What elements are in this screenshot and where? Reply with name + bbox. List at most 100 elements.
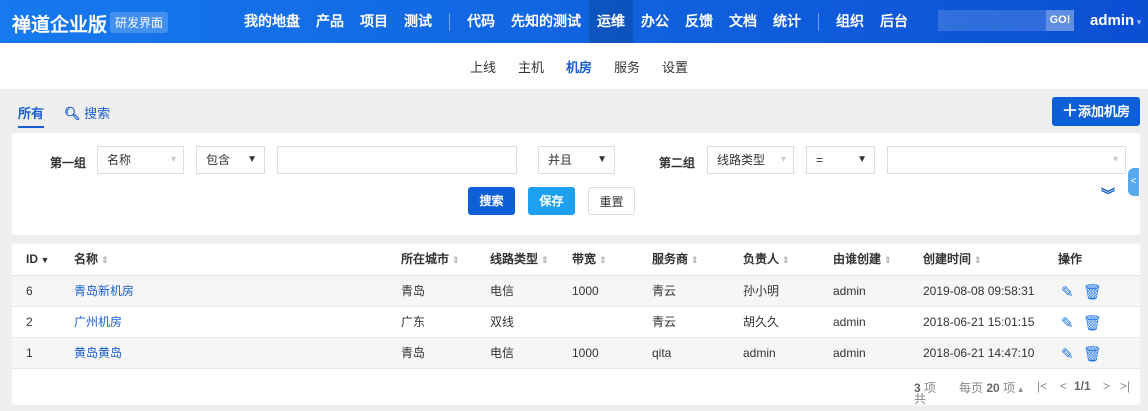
subnav-settings[interactable]: 设置 <box>662 57 688 76</box>
chevron-down-icon: ▾ <box>170 154 176 165</box>
pager-total: 共 3 项 <box>914 381 937 406</box>
caret-up-icon: ▴ <box>1018 384 1023 394</box>
nav-code[interactable]: 代码 <box>459 0 503 43</box>
edit-icon[interactable]: ✎ <box>1061 283 1074 301</box>
tab-all[interactable]: 所有 <box>18 103 45 128</box>
nav-stats[interactable]: 统计 <box>765 0 809 43</box>
nav-product[interactable]: 产品 <box>308 0 352 43</box>
cell-id: 6 <box>26 284 33 298</box>
search-button[interactable]: 搜索 <box>468 187 515 215</box>
global-search-input[interactable] <box>938 10 1046 31</box>
cell-creator: admin <box>833 284 866 298</box>
table-row: 1 黄岛黄岛 青岛 电信 1000 qita admin admin 2018-06-21 14… <box>12 338 1140 369</box>
subnav-deploy[interactable]: 上线 <box>470 57 496 76</box>
edit-icon[interactable]: ✎ <box>1061 314 1074 332</box>
brand-logo[interactable]: 禅道企业版 <box>12 10 107 37</box>
sort-icon: ⇕ <box>974 255 982 265</box>
subnav-service[interactable]: 服务 <box>614 57 640 76</box>
save-button[interactable]: 保存 <box>528 187 575 215</box>
sort-icon: ⇕ <box>599 255 607 265</box>
value1-input[interactable] <box>277 146 517 174</box>
col-provider[interactable]: 服务商 ⇕ <box>652 244 699 276</box>
delete-icon[interactable]: 🗑︎ <box>1083 283 1102 301</box>
add-serverroom-button[interactable]: ＋添加机房 <box>1052 97 1140 126</box>
nav-feedback[interactable]: 反馈 <box>677 0 721 43</box>
value2-select[interactable]: ▾ <box>887 146 1126 174</box>
search-icon: 🔍︎ <box>64 106 81 121</box>
nav-admin[interactable]: 后台 <box>872 0 916 43</box>
col-actions: 操作 <box>1058 252 1083 266</box>
nav-doc[interactable]: 文档 <box>721 0 765 43</box>
last-page-icon[interactable]: >| <box>1120 379 1130 393</box>
collapse-handle[interactable]: < <box>1128 168 1139 196</box>
edition-badge[interactable]: 研发界面 <box>110 12 169 33</box>
cell-bandwidth: 1000 <box>572 284 599 298</box>
cell-name[interactable]: 青岛新机房 <box>74 276 134 307</box>
group2-label: 第二组 <box>659 156 696 170</box>
cell-name[interactable]: 广州机房 <box>74 307 122 338</box>
cell-owner: 胡久久 <box>743 315 780 329</box>
nav-my[interactable]: 我的地盘 <box>236 0 308 43</box>
cell-provider: qita <box>652 346 672 360</box>
cell-id: 2 <box>26 315 33 329</box>
cell-name[interactable]: 黄岛黄岛 <box>74 338 122 369</box>
cell-line: 电信 <box>490 346 515 360</box>
col-city[interactable]: 所在城市 ⇕ <box>401 244 460 276</box>
col-bandwidth[interactable]: 带宽 ⇕ <box>572 244 607 276</box>
user-name: admin <box>1090 12 1135 29</box>
operator2-select[interactable]: = ▼ <box>806 146 875 174</box>
user-menu[interactable]: admin ▾ <box>1090 12 1141 29</box>
next-page-icon[interactable]: > <box>1103 379 1110 393</box>
edit-icon[interactable]: ✎ <box>1061 345 1074 363</box>
pager-size[interactable]: 每页 20 项 ▴ <box>959 379 1023 396</box>
operator1-select[interactable]: 包含 ▼ <box>196 146 265 174</box>
cell-line: 双线 <box>490 315 515 329</box>
field2-select[interactable]: 线路类型 ▾ <box>707 146 794 174</box>
delete-icon[interactable]: 🗑︎ <box>1083 345 1102 363</box>
nav-office[interactable]: 办公 <box>633 0 677 43</box>
main-nav: 我的地盘 产品 项目 测试 代码 先知的测试 运维 办公 反馈 文档 统计 组织… <box>236 0 916 43</box>
subnav-serverroom[interactable]: 机房 <box>566 57 592 76</box>
add-label: 添加机房 <box>1078 104 1131 119</box>
operator1-value: 包含 <box>206 153 231 167</box>
col-line[interactable]: 线路类型 ⇕ <box>490 244 549 276</box>
go-button[interactable]: GO! <box>1046 10 1074 31</box>
nav-org[interactable]: 组织 <box>828 0 872 43</box>
nav-test[interactable]: 测试 <box>396 0 440 43</box>
delete-icon[interactable]: 🗑︎ <box>1083 314 1102 332</box>
first-page-icon[interactable]: |< <box>1037 379 1047 393</box>
cell-city: 青岛 <box>401 284 426 298</box>
expand-more-icon[interactable]: ︾ <box>1101 188 1115 202</box>
andor-select[interactable]: 并且 ▼ <box>538 146 615 174</box>
sort-icon: ⇕ <box>884 255 892 265</box>
plus-icon: ＋ <box>1061 103 1078 120</box>
col-created[interactable]: 创建时间 ⇕ <box>923 244 982 276</box>
subnav-host[interactable]: 主机 <box>518 57 544 76</box>
search-panel: 第一组 名称 ▾ 包含 ▼ 并且 ▼ 第二组 线路类型 ▾ = ▼ ▾ 搜索 保存 重置 <box>12 133 1140 235</box>
page-indicator: 1/1 <box>1074 379 1091 393</box>
field1-select[interactable]: 名称 ▾ <box>97 146 184 174</box>
col-creator[interactable]: 由谁创建 ⇕ <box>833 244 892 276</box>
col-owner[interactable]: 负责人 ⇕ <box>743 244 790 276</box>
reset-button[interactable]: 重置 <box>588 187 635 215</box>
nav-ops[interactable]: 运维 <box>589 0 633 43</box>
chevron-down-icon: ▼ <box>247 154 257 165</box>
top-header: 禅道企业版 研发界面 我的地盘 产品 项目 测试 代码 先知的测试 运维 办公 … <box>0 0 1148 43</box>
nav-project[interactable]: 项目 <box>352 0 396 43</box>
cell-city: 广东 <box>401 315 426 329</box>
sub-nav: 上线 主机 机房 服务 设置 <box>0 43 1148 89</box>
sort-icon: ⇕ <box>782 255 790 265</box>
col-name[interactable]: 名称 ⇕ <box>74 244 109 276</box>
cell-creator: admin <box>833 346 866 360</box>
col-id[interactable]: ID ▼ <box>26 244 49 276</box>
chevron-down-icon: ▾ <box>780 154 786 165</box>
cell-created: 2019-08-08 09:58:31 <box>923 284 1035 298</box>
prev-page-icon[interactable]: < <box>1060 379 1067 393</box>
cell-creator: admin <box>833 315 866 329</box>
caret-down-icon: ▾ <box>1134 17 1142 27</box>
tab-search[interactable]: 🔍︎ 搜索 <box>64 103 110 122</box>
cell-provider: 青云 <box>652 315 677 329</box>
field1-value: 名称 <box>107 153 132 167</box>
sort-icon: ⇕ <box>101 255 109 265</box>
nav-xianzhi-test[interactable]: 先知的测试 <box>503 0 589 43</box>
